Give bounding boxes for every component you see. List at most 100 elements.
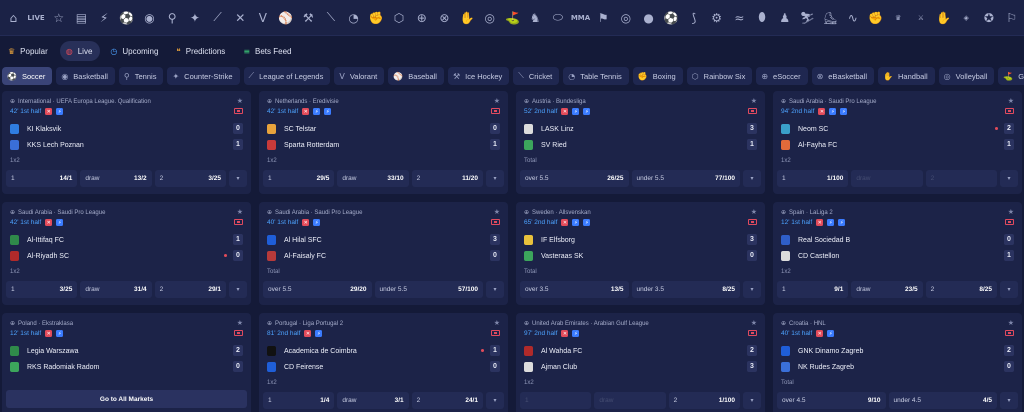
boxing-icon[interactable]: ✊ — [365, 0, 388, 35]
odds-button[interactable]: 2 8/25 — [925, 281, 997, 298]
darts-icon[interactable]: ◎ — [615, 0, 638, 35]
live-stream-icon[interactable] — [1005, 108, 1014, 114]
rugby-icon[interactable]: ⬮ — [751, 0, 774, 35]
handball-icon[interactable]: ✋ — [456, 0, 479, 35]
table-tennis-icon[interactable]: ◔ — [342, 0, 365, 35]
odds-button[interactable]: 2 11/20 — [411, 170, 483, 187]
live-stream-icon[interactable] — [234, 108, 243, 114]
match-card[interactable]: ⊕ Spain · LaLiga 2 ★ 12' 1st half ✕ ⚡ ⚡ Real So… — [773, 202, 1022, 305]
more-markets-chevron-icon[interactable]: ▾ — [485, 392, 504, 409]
more-markets-chevron-icon[interactable]: ▾ — [486, 281, 504, 298]
odds-button[interactable]: draw 31/4 — [80, 281, 152, 298]
tab-upcoming[interactable]: ◷ Upcoming — [104, 41, 166, 61]
esports-king-icon[interactable]: ♛ — [887, 0, 910, 35]
cricket-icon[interactable]: ⟍ — [320, 0, 343, 35]
odds-button[interactable]: 2 1/100 — [668, 392, 740, 409]
odds-button[interactable]: under 5.5 77/100 — [631, 170, 740, 187]
odds-button[interactable]: 1 3/25 — [6, 281, 78, 298]
ebasketball-icon[interactable]: ⊗ — [433, 0, 456, 35]
american-football-icon[interactable]: ⬭ — [547, 0, 570, 35]
go-to-all-markets-button[interactable]: Go to All Markets — [6, 390, 247, 408]
chip-basketball[interactable]: ◉ Basketball — [56, 67, 115, 85]
chip-volleyball[interactable]: ◎ Volleyball — [938, 67, 995, 85]
match-card[interactable]: ⊕ Poland · Ekstraklasa ★ 12' 1st half ✕ ⚡ Legi… — [2, 313, 251, 412]
more-markets-chevron-icon[interactable]: ▾ — [999, 170, 1018, 187]
chip-soccer[interactable]: ⚽ Soccer — [2, 67, 53, 85]
match-card[interactable]: ⊕ United Arab Emirates · Arabian Gulf Lea… — [516, 313, 765, 412]
live-stream-icon[interactable] — [748, 330, 757, 336]
odds-button[interactable]: under 3.5 8/25 — [631, 281, 740, 298]
ehorse-icon[interactable]: ♞ — [524, 0, 547, 35]
odds-button[interactable]: under 4.5 4/5 — [888, 392, 997, 409]
favorite-star-icon[interactable]: ★ — [494, 97, 500, 105]
odds-button[interactable]: 1 9/1 — [777, 281, 849, 298]
live-stream-icon[interactable] — [234, 330, 243, 336]
odds-button[interactable]: 1 1/4 — [263, 392, 335, 409]
chip-boxing[interactable]: ✊ Boxing — [632, 67, 683, 85]
odds-button[interactable]: over 3.5 13/5 — [520, 281, 629, 298]
match-card[interactable]: ⊕ Austria · Bundesliga ★ 52' 2nd half ✕ ⚡ ⚡ LAS… — [516, 91, 765, 194]
match-card[interactable]: ⊕ Netherlands · Eredivisie ★ 42' 1st half ✕ ⚡… — [259, 91, 508, 194]
odds-button[interactable]: 2 3/25 — [154, 170, 226, 187]
chip-valorant[interactable]: V Valorant — [334, 67, 385, 85]
futsal-icon[interactable]: ⚽ — [660, 0, 683, 35]
favorite-star-icon[interactable]: ★ — [237, 319, 243, 327]
chip-tennis[interactable]: ⚲ Tennis — [118, 67, 164, 85]
chip-league-of-legends[interactable]: ⟋ League of Legends — [243, 67, 331, 85]
betslip-icon[interactable]: ▤ — [70, 0, 93, 35]
valorant-icon[interactable]: V — [252, 0, 275, 35]
more-markets-chevron-icon[interactable]: ▾ — [743, 170, 761, 187]
odds-button[interactable]: 1 14/1 — [6, 170, 78, 187]
lightning-icon[interactable]: ⚡ — [93, 0, 116, 35]
match-card[interactable]: ⊕ Saudi Arabia · Saudi Pro League ★ 40' 1st… — [259, 202, 508, 305]
odds-button[interactable]: 1 29/5 — [263, 170, 335, 187]
favorite-star-icon[interactable]: ★ — [1008, 208, 1014, 216]
favorite-star-icon[interactable]: ★ — [494, 208, 500, 216]
tab-popular[interactable]: ♛ Popular — [2, 41, 56, 61]
live-stream-icon[interactable] — [1005, 219, 1014, 225]
shooter-icon[interactable]: ✦ — [184, 0, 207, 35]
match-card[interactable]: ⊕ Sweden · Allsvenskan ★ 65' 2nd half ✕ ⚡ ⚡ IF … — [516, 202, 765, 305]
match-card[interactable]: ⊕ Croatia · HNL ★ 40' 1st half ✕ ⚡ GNK Dinamo … — [773, 313, 1022, 412]
favorite-star-icon[interactable]: ★ — [1008, 97, 1014, 105]
favorite-star-icon[interactable]: ★ — [237, 208, 243, 216]
odds-button[interactable]: draw 23/5 — [851, 281, 923, 298]
esports-arena-icon[interactable]: ◈ — [955, 0, 978, 35]
odds-button[interactable]: over 5.5 26/25 — [520, 170, 629, 187]
live-tv-icon[interactable]: LIVE — [25, 0, 48, 35]
more-markets-chevron-icon[interactable]: ▾ — [485, 170, 504, 187]
match-card[interactable]: ⊕ International · UEFA Europa League. Qua… — [2, 91, 251, 194]
baseball-icon[interactable]: ⚾ — [274, 0, 297, 35]
match-card[interactable]: ⊕ Portugal · Liga Portugal 2 ★ 81' 2nd half… — [259, 313, 508, 412]
chip-table-tennis[interactable]: ◔ Table Tennis — [563, 67, 629, 85]
match-card[interactable]: ⊕ Saudi Arabia · Saudi Pro League ★ 42' 1st… — [2, 202, 251, 305]
chip-rainbow-six[interactable]: ⬡ Rainbow Six — [686, 67, 753, 85]
esports-fight-icon[interactable]: ⚔ — [910, 0, 933, 35]
tab-bets-feed[interactable]: ≡ Bets Feed — [237, 41, 299, 61]
league-of-legends-icon[interactable]: ⟋ — [206, 0, 229, 35]
boxing-glove-icon[interactable]: ✊ — [864, 0, 887, 35]
odds-button[interactable]: draw 13/2 — [80, 170, 152, 187]
home-icon[interactable]: ⌂ — [2, 0, 25, 35]
chip-counter-strike[interactable]: ✦ Counter-Strike — [167, 67, 240, 85]
live-stream-icon[interactable] — [748, 219, 757, 225]
chess-icon[interactable]: ♟ — [773, 0, 796, 35]
chip-esoccer[interactable]: ⊕ eSoccer — [756, 67, 808, 85]
more-markets-chevron-icon[interactable]: ▾ — [1000, 392, 1018, 409]
more-markets-chevron-icon[interactable]: ▾ — [743, 281, 761, 298]
more-markets-chevron-icon[interactable]: ▾ — [999, 281, 1018, 298]
swimming-icon[interactable]: ∿ — [841, 0, 864, 35]
odds-button[interactable]: under 5.5 57/100 — [374, 281, 483, 298]
water-polo-icon[interactable]: ≈ — [728, 0, 751, 35]
mma-icon[interactable]: MMA — [569, 0, 592, 35]
chip-golf[interactable]: ⛳ Golf — [998, 67, 1024, 85]
formula-icon[interactable]: ⚐ — [1000, 0, 1023, 35]
hockey-icon[interactable]: ⚒ — [297, 0, 320, 35]
favorites-star-icon[interactable]: ☆ — [47, 0, 70, 35]
golf-icon[interactable]: ⛳ — [501, 0, 524, 35]
favorite-star-icon[interactable]: ★ — [237, 97, 243, 105]
skating-icon[interactable]: ⛸ — [819, 0, 842, 35]
tennis-icon[interactable]: ⚲ — [161, 0, 184, 35]
live-stream-icon[interactable] — [491, 219, 500, 225]
more-markets-chevron-icon[interactable]: ▾ — [742, 392, 761, 409]
